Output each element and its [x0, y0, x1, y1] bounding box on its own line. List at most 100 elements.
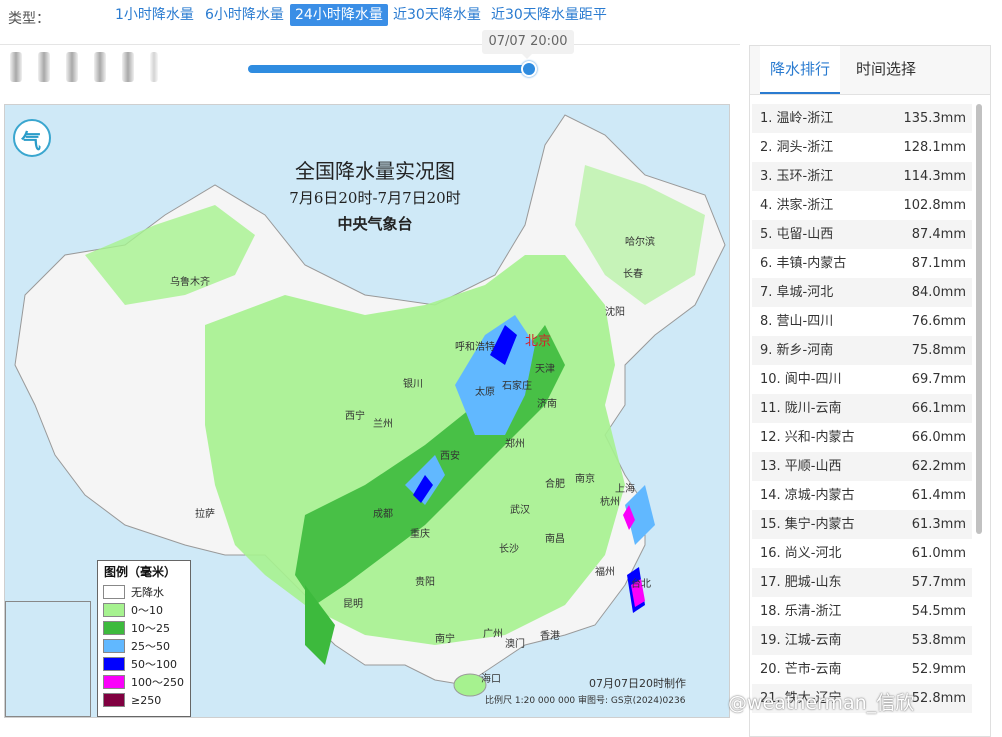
ranking-value: 57.7mm [911, 575, 966, 590]
time-slider-track[interactable] [248, 65, 530, 73]
city-label: 澳门 [505, 639, 525, 650]
timeline-thumbnail[interactable] [10, 52, 22, 82]
ranking-row[interactable]: 15. 集宁-内蒙古 61.3mm [752, 510, 972, 539]
tab-time-select[interactable]: 时间选择 [846, 46, 926, 92]
legend-item: 100～250 [98, 673, 190, 691]
time-tooltip: 07/07 20:00 [482, 30, 574, 59]
timeline-thumbnail[interactable] [38, 52, 50, 82]
legend-title: 图例（毫米） [104, 565, 177, 579]
ranking-value: 114.3mm [903, 169, 966, 184]
ranking-row[interactable]: 14. 凉城-内蒙古 61.4mm [752, 481, 972, 510]
city-label: 长春 [623, 269, 643, 280]
ranking-row[interactable]: 9. 新乡-河南 75.8mm [752, 336, 972, 365]
ranking-value: 69.7mm [911, 372, 966, 387]
city-label: 海口 [481, 674, 501, 685]
city-label: 乌鲁木齐 [170, 277, 210, 288]
ranking-row[interactable]: 4. 洪家-浙江 102.8mm [752, 191, 972, 220]
ranking-row[interactable]: 13. 平顺-山西 62.2mm [752, 452, 972, 481]
ranking-station: 9. 新乡-河南 [760, 343, 834, 358]
city-label: 南京 [575, 474, 595, 485]
city-label: 长沙 [499, 544, 519, 555]
timeline-thumbnail[interactable] [150, 52, 158, 82]
city-label: 南昌 [545, 534, 565, 545]
map-issuer: 中央气象台 [337, 215, 413, 233]
ranking-station: 5. 屯留-山西 [760, 227, 834, 242]
ranking-station: 6. 丰镇-内蒙古 [760, 256, 847, 271]
ranking-scrollbar[interactable] [976, 104, 982, 534]
ranking-row[interactable]: 1. 温岭-浙江 135.3mm [752, 104, 972, 133]
legend-label: ≥250 [131, 693, 162, 707]
ranking-row[interactable]: 19. 江城-云南 53.8mm [752, 626, 972, 655]
type-bar: 类型： 1小时降水量 6小时降水量 24小时降水量 近30天降水量 近30天降水… [0, 0, 1002, 34]
type-button-30d[interactable]: 近30天降水量 [388, 4, 486, 26]
legend-label: 50～100 [131, 658, 177, 671]
city-label: 呼和浩特 [455, 342, 495, 353]
ranking-station: 18. 乐清-浙江 [760, 604, 842, 619]
ranking-row[interactable]: 17. 肥城-山东 57.7mm [752, 568, 972, 597]
time-slider-fill [248, 65, 530, 73]
legend-label: 无降水 [131, 586, 164, 599]
made-time: 07月07日20时制作 [589, 677, 686, 690]
ranking-station: 13. 平顺-山西 [760, 459, 842, 474]
tab-rainfall-ranking[interactable]: 降水排行 [760, 46, 841, 94]
ranking-row[interactable]: 5. 屯留-山西 87.4mm [752, 220, 972, 249]
time-slider-handle[interactable] [521, 61, 537, 77]
timeline-thumbnail[interactable] [94, 52, 106, 82]
map-legend: 图例（毫米） 无降水 0～10 10～25 25～50 50～100 100～250 ≥25… [97, 560, 191, 717]
logo-glyph: 气 [21, 129, 41, 153]
city-label: 合肥 [545, 479, 565, 490]
ranking-value: 54.5mm [911, 604, 966, 619]
ranking-row[interactable]: 10. 阆中-四川 69.7mm [752, 365, 972, 394]
legend-swatch [103, 693, 125, 707]
legend-label: 100～250 [131, 676, 184, 689]
ranking-row[interactable]: 3. 玉环-浙江 114.3mm [752, 162, 972, 191]
legend-swatch [103, 639, 125, 653]
city-label: 北京 [525, 334, 552, 349]
ranking-row[interactable]: 12. 兴和-内蒙古 66.0mm [752, 423, 972, 452]
timeline-thumbnail[interactable] [122, 52, 134, 82]
ranking-row[interactable]: 7. 阜城-河北 84.0mm [752, 278, 972, 307]
ranking-row[interactable]: 6. 丰镇-内蒙古 87.1mm [752, 249, 972, 278]
ranking-list: 1. 温岭-浙江 135.3mm 2. 洞头-浙江 128.1mm 3. 玉环-浙江 11… [752, 104, 972, 713]
cma-logo: 气 [13, 119, 51, 157]
ranking-station: 17. 肥城-山东 [760, 575, 842, 590]
ranking-row[interactable]: 16. 尚义-河北 61.0mm [752, 539, 972, 568]
city-label: 银川 [403, 379, 423, 390]
legend-swatch [103, 603, 125, 617]
type-button-30d-anomaly[interactable]: 近30天降水量距平 [486, 4, 612, 26]
type-button-1h[interactable]: 1小时降水量 [110, 4, 199, 26]
ranking-station: 7. 阜城-河北 [760, 285, 834, 300]
ranking-value: 53.8mm [911, 633, 966, 648]
type-button-24h[interactable]: 24小时降水量 [290, 4, 388, 26]
city-label: 西宁 [345, 411, 365, 422]
ranking-value: 128.1mm [903, 140, 966, 155]
ranking-station: 1. 温岭-浙江 [760, 111, 834, 126]
legend-item: ≥250 [98, 691, 190, 709]
city-label: 石家庄 [502, 381, 532, 392]
ranking-row[interactable]: 11. 陇川-云南 66.1mm [752, 394, 972, 423]
legend-rows: 无降水 0～10 10～25 25～50 50～100 100～250 ≥250 [98, 583, 190, 709]
legend-label: 25～50 [131, 640, 170, 653]
legend-swatch [103, 585, 125, 599]
legend-item: 50～100 [98, 655, 190, 673]
city-label: 天津 [535, 364, 555, 375]
city-label: 香港 [540, 631, 560, 642]
ranking-value: 66.0mm [911, 430, 966, 445]
ranking-station: 14. 凉城-内蒙古 [760, 488, 855, 503]
type-button-6h[interactable]: 6小时降水量 [200, 4, 289, 26]
ranking-station: 15. 集宁-内蒙古 [760, 517, 855, 532]
ranking-row[interactable]: 2. 洞头-浙江 128.1mm [752, 133, 972, 162]
city-label: 太原 [475, 387, 495, 398]
ranking-row[interactable]: 18. 乐清-浙江 54.5mm [752, 597, 972, 626]
city-label: 昆明 [343, 599, 363, 610]
legend-label: 10～25 [131, 622, 170, 635]
timeline-thumbnail[interactable] [66, 52, 78, 82]
city-label: 广州 [483, 629, 503, 640]
ranking-row[interactable]: 20. 芒市-云南 52.9mm [752, 655, 972, 684]
divider [0, 44, 740, 45]
ranking-station: 10. 阆中-四川 [760, 372, 842, 387]
ranking-value: 66.1mm [911, 401, 966, 416]
ranking-row[interactable]: 8. 营山-四川 76.6mm [752, 307, 972, 336]
city-label: 福州 [595, 567, 615, 578]
ranking-station: 3. 玉环-浙江 [760, 169, 834, 184]
